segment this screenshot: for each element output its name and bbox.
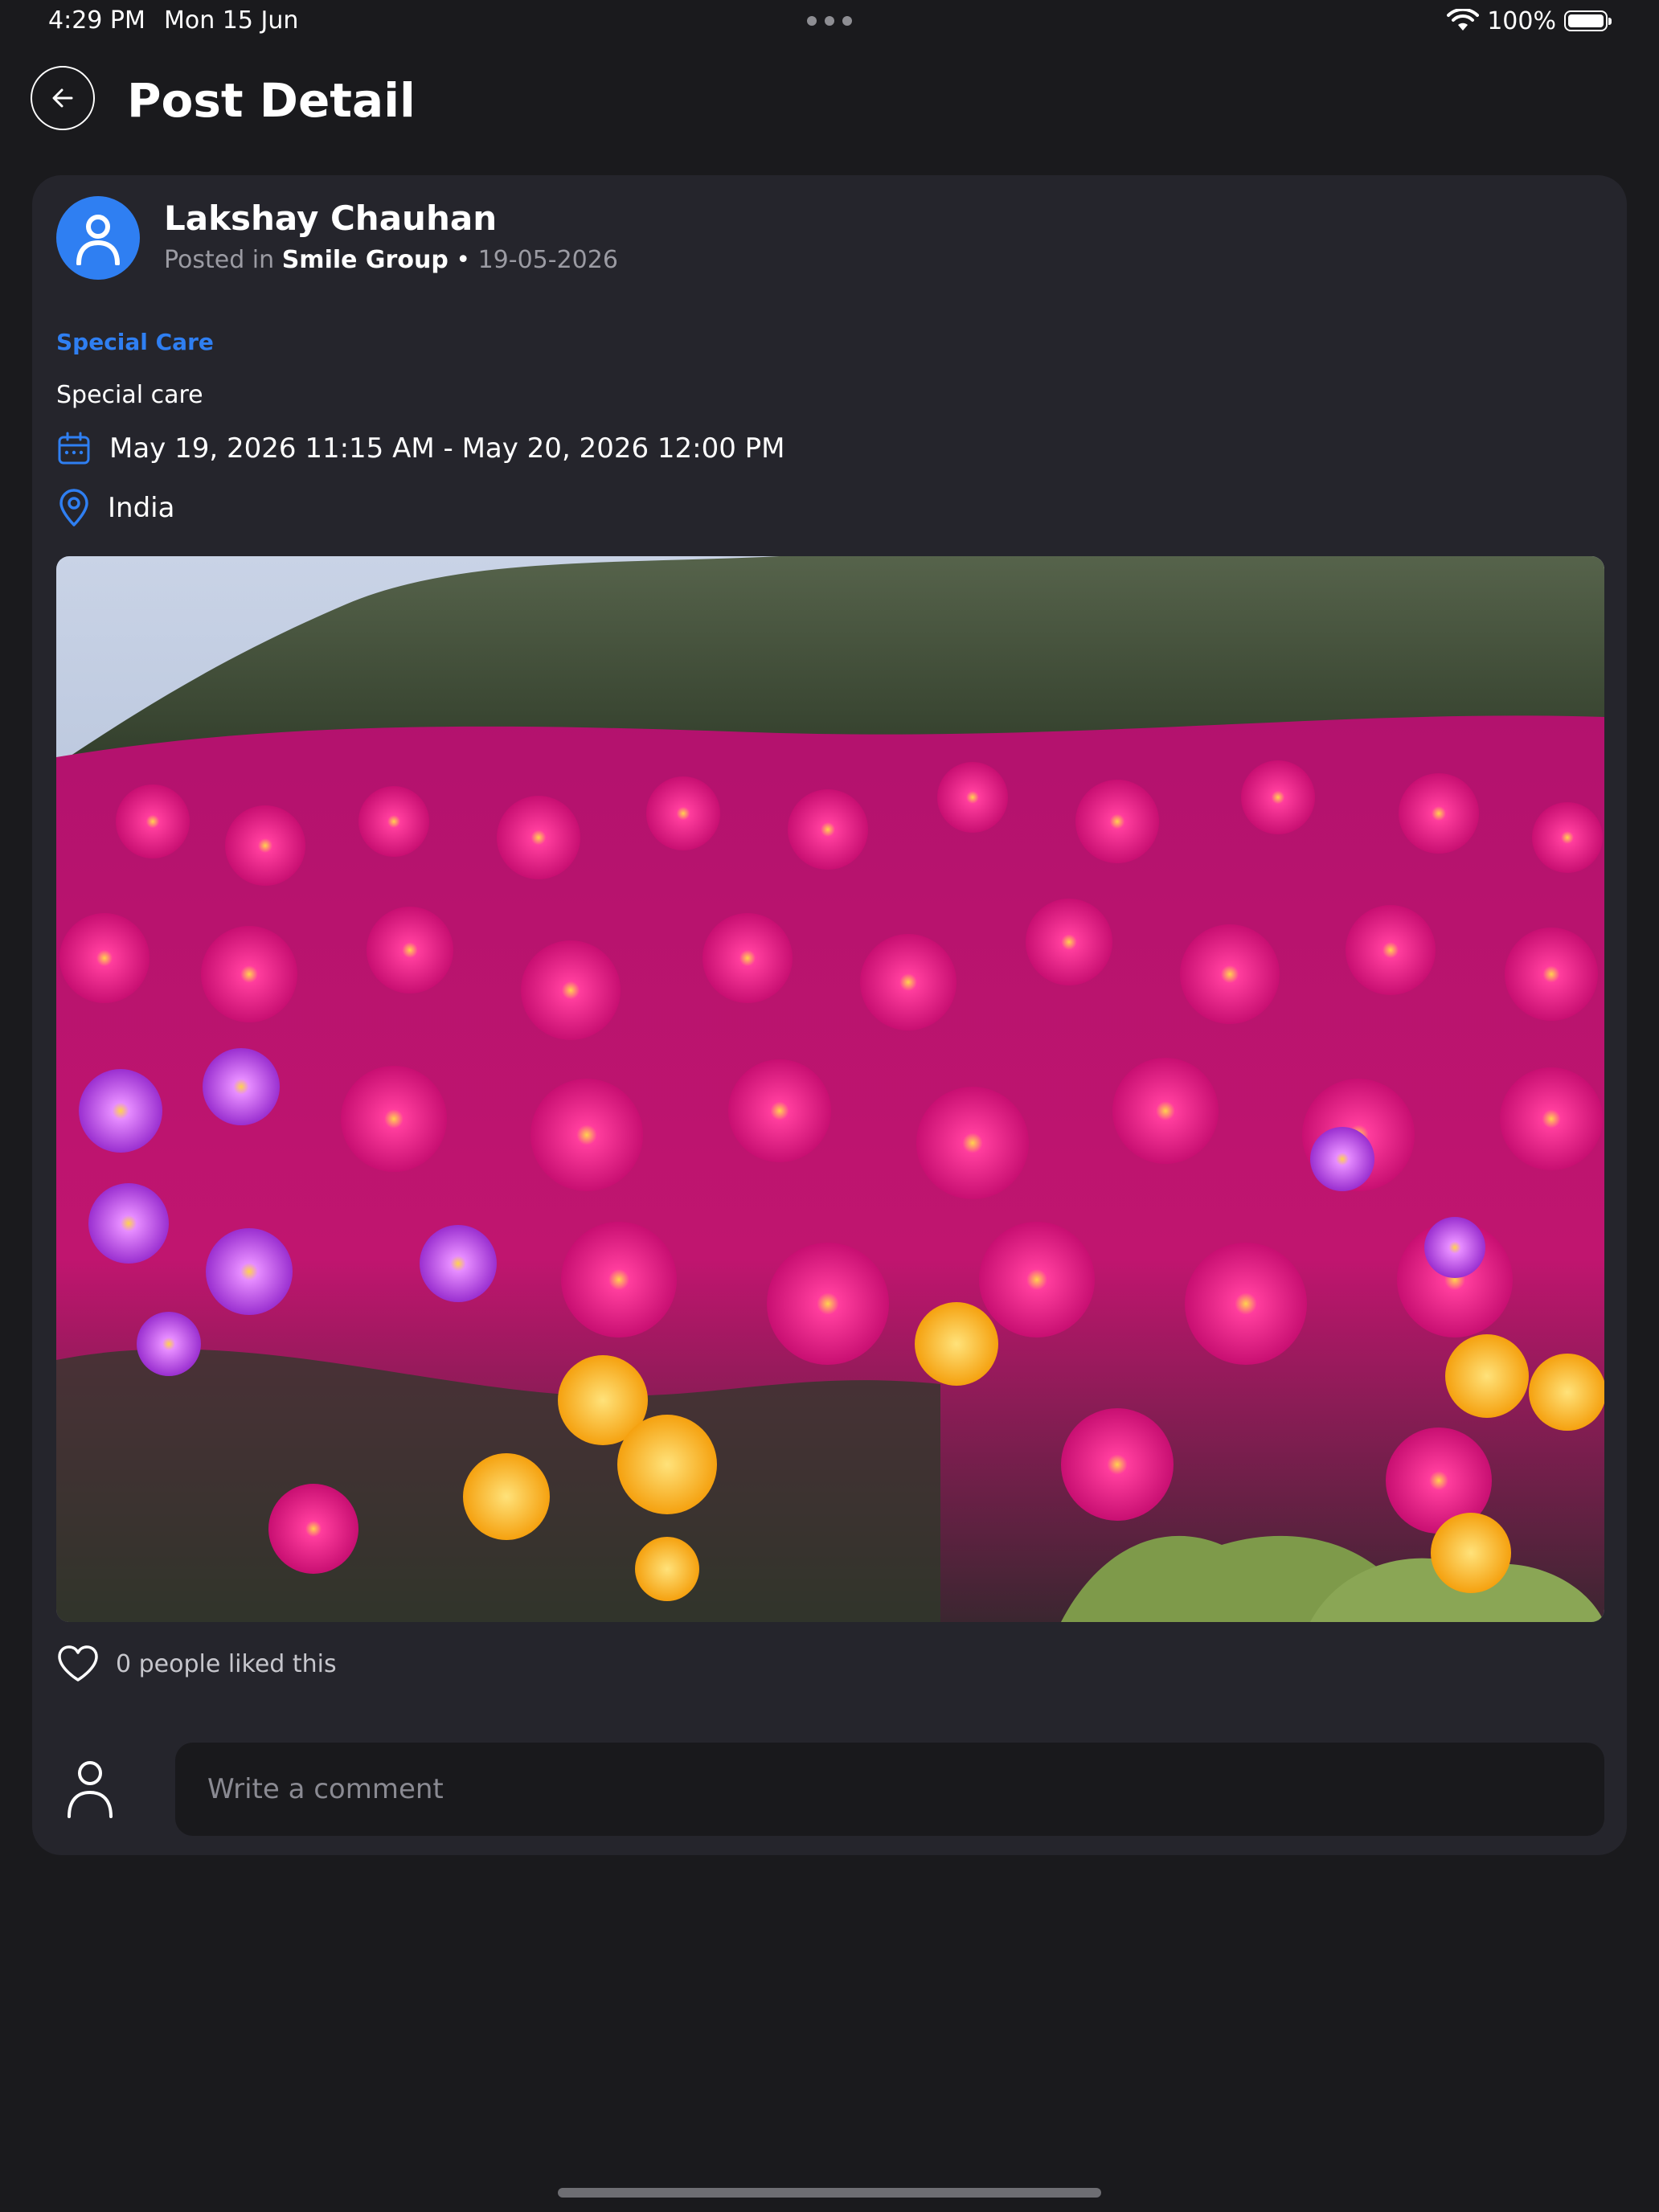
- post-category: Special Care: [56, 329, 214, 355]
- wifi-icon: [1447, 9, 1480, 31]
- posted-in-label: Posted in: [164, 246, 275, 274]
- comment-row: [56, 1743, 1604, 1836]
- meta-separator: •: [456, 246, 471, 274]
- event-date-row: May 19, 2026 11:15 AM - May 20, 2026 12:…: [56, 426, 785, 471]
- status-time: 4:29 PM: [48, 6, 145, 35]
- user-icon: [76, 215, 120, 265]
- back-arrow-icon: [52, 88, 73, 108]
- status-bar: 4:29 PM Mon 15 Jun 100%: [0, 0, 1659, 43]
- flower-photo: [56, 556, 1604, 1622]
- location-text: India: [108, 492, 175, 524]
- author-avatar[interactable]: [56, 196, 140, 280]
- status-date: Mon 15 Jun: [164, 6, 299, 35]
- heart-icon[interactable]: [56, 1645, 100, 1683]
- post-image[interactable]: [56, 556, 1604, 1622]
- battery-icon: [1564, 10, 1612, 31]
- location-pin-icon: [59, 489, 88, 526]
- post-text: Special care: [56, 381, 203, 409]
- multitasking-dots-icon[interactable]: [807, 16, 852, 26]
- likes-row: 0 people liked this: [56, 1638, 337, 1690]
- post-card: Lakshay Chauhan Posted in Smile Group • …: [32, 175, 1627, 1855]
- posted-date: 19-05-2026: [477, 246, 618, 274]
- battery-percentage: 100%: [1487, 6, 1556, 35]
- location-row: India: [56, 485, 174, 530]
- calendar-icon: [58, 432, 90, 465]
- user-icon: [68, 1761, 113, 1818]
- status-right: 100%: [1447, 5, 1612, 37]
- post-meta: Posted in Smile Group • 19-05-2026: [164, 243, 618, 278]
- likes-count: 0 people liked this: [116, 1649, 337, 1678]
- author-name[interactable]: Lakshay Chauhan: [164, 196, 497, 241]
- event-dates: May 19, 2026 11:15 AM - May 20, 2026 12:…: [109, 432, 785, 465]
- back-button[interactable]: [31, 66, 95, 130]
- header: Post Detail: [0, 56, 1659, 137]
- page-title: Post Detail: [127, 73, 416, 128]
- home-indicator: [558, 2188, 1101, 2198]
- group-link[interactable]: Smile Group: [282, 246, 449, 274]
- comment-input[interactable]: [175, 1743, 1604, 1836]
